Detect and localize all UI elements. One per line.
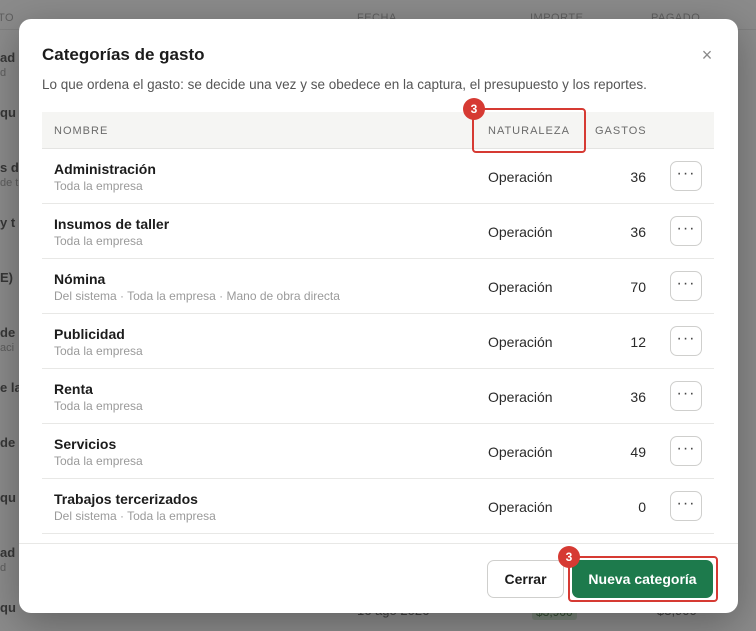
more-options-button[interactable]: ··· [670, 326, 702, 356]
table-row: Administración Toda la empresa Operación… [42, 149, 714, 204]
category-name: Publicidad [54, 326, 125, 342]
more-options-button[interactable]: ··· [670, 161, 702, 191]
category-count: 70 [630, 279, 646, 295]
highlight-nature-column [472, 108, 586, 153]
category-count: 36 [630, 224, 646, 240]
column-header-count: GASTOS [595, 125, 647, 137]
category-count: 36 [630, 169, 646, 185]
table-row: Renta Toda la empresa Operación 36 ··· [42, 369, 714, 424]
category-count: 12 [630, 334, 646, 350]
step-badge: 3 [558, 546, 580, 568]
category-scope: Toda la empresa [54, 234, 143, 248]
category-nature: Operación [488, 499, 553, 515]
category-name: Trabajos tercerizados [54, 491, 198, 507]
category-scope: Toda la empresa [54, 179, 143, 193]
table-row: Trabajos tercerizados Del sistema · Toda… [42, 479, 714, 534]
category-name: Nómina [54, 271, 106, 287]
table-row: Insumos de taller Toda la empresa Operac… [42, 204, 714, 259]
category-name: Renta [54, 381, 93, 397]
category-scope: Del sistema · Toda la empresa [54, 509, 216, 523]
more-options-button[interactable]: ··· [670, 271, 702, 301]
more-options-button[interactable]: ··· [670, 216, 702, 246]
table-row: Publicidad Toda la empresa Operación 12 … [42, 314, 714, 369]
table-header: NOMBRE NATURALEZA GASTOS [42, 112, 714, 149]
more-options-button[interactable]: ··· [670, 491, 702, 521]
categories-dialog: Categorías de gasto × Lo que ordena el g… [19, 19, 738, 613]
category-count: 36 [630, 389, 646, 405]
category-scope: Toda la empresa [54, 399, 143, 413]
category-name: Insumos de taller [54, 216, 170, 232]
category-nature: Operación [488, 389, 553, 405]
category-nature: Operación [488, 334, 553, 350]
highlight-new-category-button [568, 556, 718, 602]
dialog-title: Categorías de gasto [42, 45, 205, 64]
step-badge: 3 [463, 98, 485, 120]
dialog-footer-divider [19, 543, 738, 544]
categories-table: NOMBRE NATURALEZA GASTOS Administración … [42, 112, 714, 534]
category-scope: Del sistema · Toda la empresa · Mano de … [54, 289, 340, 303]
category-nature: Operación [488, 279, 553, 295]
category-nature: Operación [488, 169, 553, 185]
column-header-name: NOMBRE [54, 125, 109, 137]
dialog-description: Lo que ordena el gasto: se decide una ve… [42, 77, 647, 92]
category-scope: Toda la empresa [54, 454, 143, 468]
category-count: 0 [638, 499, 646, 515]
category-scope: Toda la empresa [54, 344, 143, 358]
table-row: Servicios Toda la empresa Operación 49 ·… [42, 424, 714, 479]
category-name: Servicios [54, 436, 117, 452]
close-button[interactable]: Cerrar [487, 560, 564, 598]
category-nature: Operación [488, 444, 553, 460]
category-count: 49 [630, 444, 646, 460]
more-options-button[interactable]: ··· [670, 436, 702, 466]
close-icon[interactable]: × [698, 46, 716, 64]
category-nature: Operación [488, 224, 553, 240]
more-options-button[interactable]: ··· [670, 381, 702, 411]
table-row: Nómina Del sistema · Toda la empresa · M… [42, 259, 714, 314]
category-name: Administración [54, 161, 156, 177]
